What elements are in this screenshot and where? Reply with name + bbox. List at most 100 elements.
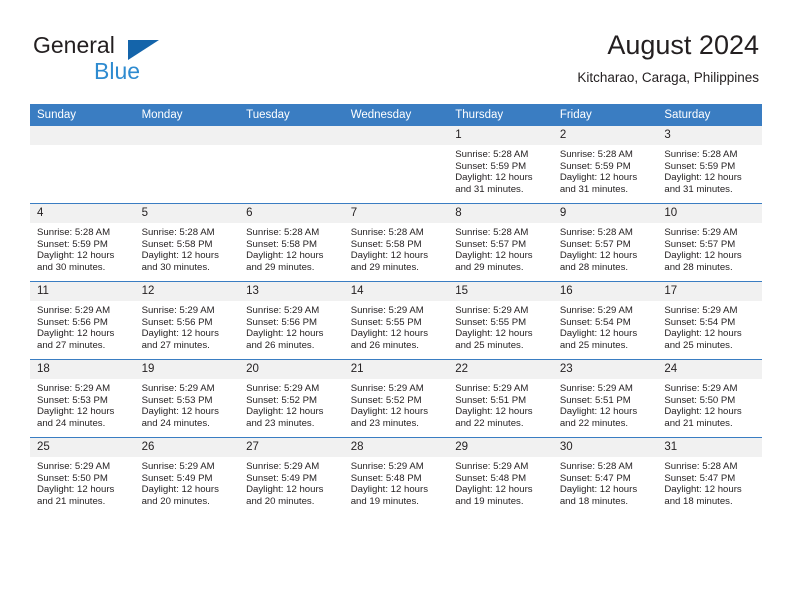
day-details: Sunrise: 5:28 AM Sunset: 5:59 PM Dayligh… [30,223,135,273]
day-number: 12 [134,282,240,301]
day-details: Sunrise: 5:29 AM Sunset: 5:52 PM Dayligh… [344,379,449,429]
day-number: 17 [657,282,762,301]
daylight-text-line2: and 21 minutes. [37,495,106,507]
day-details: Sunrise: 5:28 AM Sunset: 5:59 PM Dayligh… [657,145,762,195]
daylight-text-line1: Daylight: 12 hours [455,328,533,340]
sunset-text: Sunset: 5:51 PM [559,394,631,406]
calendar-page: General Blue August 2024 Kitcharao, Cara… [0,0,792,612]
sunset-text: Sunset: 5:59 PM [559,160,631,172]
sunset-text: Sunset: 5:56 PM [246,316,318,328]
sunrise-text: Sunrise: 5:29 AM [455,461,529,472]
daylight-text-line1: Daylight: 12 hours [664,250,742,262]
daylight-text-line1: Daylight: 12 hours [350,250,429,262]
weekday-header-saturday: Saturday [657,104,762,126]
daylight-text-line2: and 30 minutes. [37,261,106,273]
page-title: August 2024 [607,30,759,60]
day-cell[interactable]: 9 Sunrise: 5:28 AM Sunset: 5:57 PM Dayli… [552,203,658,282]
day-cell[interactable]: 6 Sunrise: 5:28 AM Sunset: 5:58 PM Dayli… [239,203,344,282]
sunrise-text: Sunrise: 5:29 AM [141,461,215,472]
day-cell[interactable]: 21 Sunrise: 5:29 AM Sunset: 5:52 PM Dayl… [343,359,449,438]
daylight-text-line1: Daylight: 12 hours [141,250,219,262]
day-details: Sunrise: 5:28 AM Sunset: 5:58 PM Dayligh… [135,223,240,273]
daylight-text-line1: Daylight: 12 hours [664,406,742,418]
day-cell[interactable]: 8 Sunrise: 5:28 AM Sunset: 5:57 PM Dayli… [448,203,553,282]
day-details: Sunrise: 5:29 AM Sunset: 5:50 PM Dayligh… [30,457,135,507]
day-details: Sunrise: 5:29 AM Sunset: 5:57 PM Dayligh… [657,223,762,273]
daylight-text-line2: and 31 minutes. [559,183,629,195]
day-number: 9 [552,204,658,223]
day-details: Sunrise: 5:29 AM Sunset: 5:53 PM Dayligh… [135,379,240,429]
day-number: 11 [30,282,135,301]
day-cell[interactable]: 14 Sunrise: 5:29 AM Sunset: 5:55 PM Dayl… [343,281,449,360]
sunrise-text: Sunrise: 5:29 AM [455,383,529,394]
sunrise-text: Sunrise: 5:29 AM [37,305,111,316]
day-number: 6 [239,204,344,223]
day-number [30,126,135,145]
day-cell[interactable] [134,126,240,204]
sunrise-text: Sunrise: 5:29 AM [141,305,215,316]
day-cell[interactable]: 25 Sunrise: 5:29 AM Sunset: 5:50 PM Dayl… [30,437,135,515]
day-cell[interactable]: 12 Sunrise: 5:29 AM Sunset: 5:56 PM Dayl… [134,281,240,360]
day-cell[interactable]: 27 Sunrise: 5:29 AM Sunset: 5:49 PM Dayl… [239,437,344,515]
day-cell[interactable]: 5 Sunrise: 5:28 AM Sunset: 5:58 PM Dayli… [134,203,240,282]
day-cell[interactable]: 20 Sunrise: 5:29 AM Sunset: 5:52 PM Dayl… [239,359,344,438]
day-cell[interactable]: 23 Sunrise: 5:29 AM Sunset: 5:51 PM Dayl… [552,359,658,438]
day-cell[interactable]: 7 Sunrise: 5:28 AM Sunset: 5:58 PM Dayli… [343,203,449,282]
day-cell[interactable]: 4 Sunrise: 5:28 AM Sunset: 5:59 PM Dayli… [30,203,135,282]
sunrise-text: Sunrise: 5:29 AM [246,305,320,316]
day-number: 18 [30,360,135,379]
day-cell[interactable]: 19 Sunrise: 5:29 AM Sunset: 5:53 PM Dayl… [134,359,240,438]
daylight-text-line1: Daylight: 12 hours [664,328,742,340]
day-cell[interactable] [239,126,344,204]
day-number: 23 [552,360,658,379]
week-row: 25 Sunrise: 5:29 AM Sunset: 5:50 PM Dayl… [30,437,762,515]
sunset-text: Sunset: 5:57 PM [559,238,631,250]
sunset-text: Sunset: 5:47 PM [664,472,736,484]
sunrise-text: Sunrise: 5:29 AM [664,383,738,394]
day-details: Sunrise: 5:29 AM Sunset: 5:51 PM Dayligh… [553,379,658,429]
sunrise-text: Sunrise: 5:29 AM [664,227,738,238]
sunrise-text: Sunrise: 5:29 AM [559,383,633,394]
day-cell[interactable]: 29 Sunrise: 5:29 AM Sunset: 5:48 PM Dayl… [448,437,553,515]
day-cell[interactable]: 11 Sunrise: 5:29 AM Sunset: 5:56 PM Dayl… [30,281,135,360]
daylight-text-line1: Daylight: 12 hours [141,328,219,340]
daylight-text-line2: and 25 minutes. [559,339,629,351]
day-cell[interactable]: 26 Sunrise: 5:29 AM Sunset: 5:49 PM Dayl… [134,437,240,515]
day-cell[interactable]: 1 Sunrise: 5:28 AM Sunset: 5:59 PM Dayli… [448,126,553,204]
day-cell[interactable]: 16 Sunrise: 5:29 AM Sunset: 5:54 PM Dayl… [552,281,658,360]
day-cell[interactable]: 24 Sunrise: 5:29 AM Sunset: 5:50 PM Dayl… [657,359,762,438]
day-details [344,145,449,149]
weekday-header-thursday: Thursday [448,104,553,126]
day-cell[interactable]: 22 Sunrise: 5:29 AM Sunset: 5:51 PM Dayl… [448,359,553,438]
day-cell[interactable]: 18 Sunrise: 5:29 AM Sunset: 5:53 PM Dayl… [30,359,135,438]
day-cell[interactable] [343,126,449,204]
day-number: 14 [343,282,449,301]
day-details: Sunrise: 5:29 AM Sunset: 5:48 PM Dayligh… [448,457,553,507]
day-cell[interactable]: 2 Sunrise: 5:28 AM Sunset: 5:59 PM Dayli… [552,126,658,204]
sunset-text: Sunset: 5:59 PM [455,160,527,172]
day-number: 27 [239,438,344,457]
sunset-text: Sunset: 5:58 PM [141,238,213,250]
day-cell[interactable]: 13 Sunrise: 5:29 AM Sunset: 5:56 PM Dayl… [239,281,344,360]
day-details: Sunrise: 5:29 AM Sunset: 5:54 PM Dayligh… [553,301,658,351]
day-cell[interactable]: 10 Sunrise: 5:29 AM Sunset: 5:57 PM Dayl… [657,203,762,282]
day-cell[interactable]: 15 Sunrise: 5:29 AM Sunset: 5:55 PM Dayl… [448,281,553,360]
weekday-header-row: Sunday Monday Tuesday Wednesday Thursday… [30,104,762,126]
day-cell[interactable]: 17 Sunrise: 5:29 AM Sunset: 5:54 PM Dayl… [657,281,762,360]
day-cell[interactable] [30,126,135,204]
day-details [30,145,135,149]
day-cell[interactable]: 3 Sunrise: 5:28 AM Sunset: 5:59 PM Dayli… [657,126,762,204]
day-details: Sunrise: 5:28 AM Sunset: 5:58 PM Dayligh… [239,223,344,273]
daylight-text-line1: Daylight: 12 hours [141,406,219,418]
sunset-text: Sunset: 5:49 PM [141,472,213,484]
day-number: 30 [552,438,658,457]
daylight-text-line2: and 24 minutes. [141,417,210,429]
day-number: 3 [657,126,762,145]
title-block: August 2024 Kitcharao, Caraga, Philippin… [577,28,759,88]
day-cell[interactable]: 30 Sunrise: 5:28 AM Sunset: 5:47 PM Dayl… [552,437,658,515]
weekday-header-tuesday: Tuesday [239,104,344,126]
day-cell[interactable]: 28 Sunrise: 5:29 AM Sunset: 5:48 PM Dayl… [343,437,449,515]
daylight-text-line1: Daylight: 12 hours [246,406,324,418]
day-cell[interactable]: 31 Sunrise: 5:28 AM Sunset: 5:47 PM Dayl… [657,437,762,515]
daylight-text-line2: and 31 minutes. [664,183,733,195]
